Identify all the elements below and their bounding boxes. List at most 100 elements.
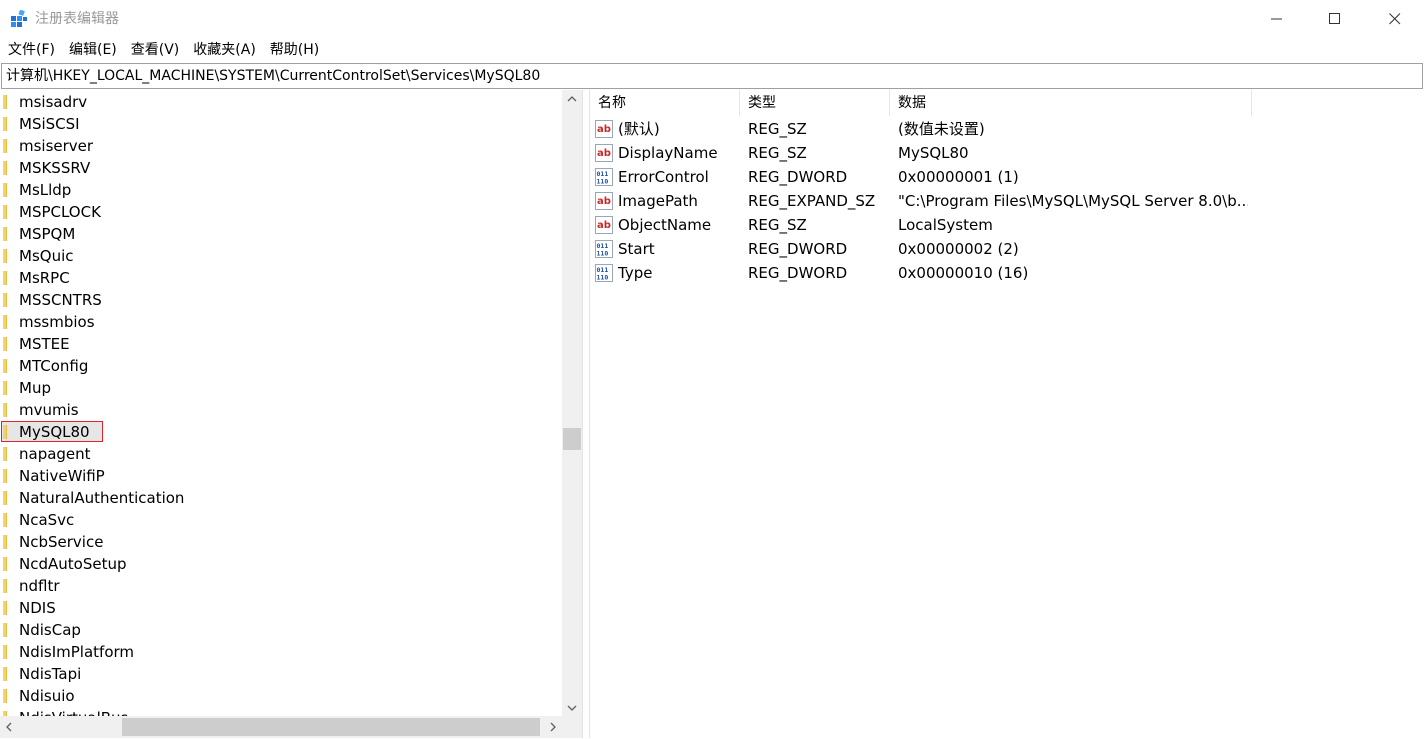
value-row[interactable]: ab ObjectName REG_SZ LocalSystem [590,213,1420,237]
folder-icon [3,139,7,153]
tree-item-label: MSTEE [19,335,70,353]
tree-item[interactable]: NaturalAuthentication [0,487,560,509]
tree-item[interactable]: NdisVirtualBus [0,707,560,716]
tree-item[interactable]: MsRPC [0,267,560,289]
tree-item-label: msisadrv [19,93,88,111]
tree-item-label: NdisTapi [19,665,82,683]
tree-item[interactable]: MSKSSRV [0,157,560,179]
menu-file[interactable]: 文件(F) [0,38,62,62]
menu-help[interactable]: 帮助(H) [263,38,326,62]
tree-item[interactable]: MsLldp [0,179,560,201]
tree-item[interactable]: MTConfig [0,355,560,377]
scroll-right-button[interactable] [544,716,562,738]
tree-item[interactable]: mvumis [0,399,560,421]
tree-item[interactable]: mssmbios [0,311,560,333]
tree-item[interactable]: NdisTapi [0,663,560,685]
tree-item-label: NcbService [19,533,104,551]
value-data: (数值未设置) [898,120,985,138]
svg-text:ab: ab [597,148,611,159]
tree-item[interactable]: NdisImPlatform [0,641,560,663]
value-name: (默认) [618,120,660,138]
folder-icon [3,645,7,659]
tree-item[interactable]: MSiSCSI [0,113,560,135]
folder-icon [3,623,7,637]
svg-text:110: 110 [597,178,609,186]
tree-item-label: mvumis [19,401,79,419]
value-data: 0x00000010 (16) [898,264,1029,282]
menu-view[interactable]: 查看(V) [124,38,187,62]
tree-item-label: NaturalAuthentication [19,489,185,507]
string-value-icon: ab [595,144,613,162]
tree-item[interactable]: msiserver [0,135,560,157]
column-header-name[interactable]: 名称 [590,90,740,116]
tree-item[interactable]: NcaSvc [0,509,560,531]
tree-vertical-scrollbar[interactable] [562,90,582,716]
value-row[interactable]: 011 110 Start REG_DWORD 0x00000002 (2) [590,237,1420,261]
folder-icon [3,491,7,505]
value-type: REG_SZ [748,216,807,234]
value-row[interactable]: 011 110 Type REG_DWORD 0x00000010 (16) [590,261,1420,285]
tree-item-label: MSPCLOCK [19,203,101,221]
tree-horizontal-scrollbar[interactable] [0,716,562,738]
folder-icon [3,183,7,197]
value-data: 0x00000001 (1) [898,168,1019,186]
menu-favorites[interactable]: 收藏夹(A) [186,38,263,62]
scroll-left-button[interactable] [0,716,18,738]
tree-item[interactable]: MSTEE [0,333,560,355]
tree-item[interactable]: Ndisuio [0,685,560,707]
tree-item[interactable]: NDIS [0,597,560,619]
string-value-icon: ab [595,216,613,234]
tree-item[interactable]: MSSCNTRS [0,289,560,311]
minimize-icon [1271,18,1282,20]
column-header-type[interactable]: 类型 [740,90,890,116]
value-type: REG_SZ [748,120,807,138]
folder-icon [3,337,7,351]
tree-item-label: MSiSCSI [19,115,80,133]
tree-item[interactable]: napagent [0,443,560,465]
tree-item[interactable]: NdisCap [0,619,560,641]
close-button[interactable] [1366,0,1424,38]
tree-item[interactable]: MSPQM [0,223,560,245]
maximize-button[interactable] [1306,0,1364,38]
tree-item-label: MSKSSRV [19,159,91,177]
tree-item-label: Mup [19,379,51,397]
value-row[interactable]: 011 110 ErrorControl REG_DWORD 0x00000001 (1… [590,165,1420,189]
value-row[interactable]: ab DisplayName REG_SZ MySQL80 [590,141,1420,165]
folder-icon [3,161,7,175]
folder-icon [3,95,7,109]
tree-item-label: MySQL80 [19,423,90,441]
svg-text:ab: ab [597,196,611,207]
value-data: LocalSystem [898,216,993,234]
tree-item[interactable]: NcbService [0,531,560,553]
tree-item[interactable]: NcdAutoSetup [0,553,560,575]
chevron-right-icon [550,722,556,732]
tree-horizontal-scroll-thumb[interactable] [122,718,540,736]
value-row[interactable]: ab (默认) REG_SZ (数值未设置) [590,117,1420,141]
value-name: ImagePath [618,192,698,210]
minimize-button[interactable] [1248,0,1306,38]
tree-item[interactable]: NativeWifiP [0,465,560,487]
folder-icon [3,447,7,461]
address-bar[interactable]: 计算机\HKEY_LOCAL_MACHINE\SYSTEM\CurrentCon… [1,63,1423,89]
binary-value-icon: 011110 [595,240,613,258]
value-name: ErrorControl [618,168,709,186]
tree-item[interactable]: MsQuic [0,245,560,267]
value-row[interactable]: ab ImagePath REG_EXPAND_SZ "C:\Program File… [590,189,1420,213]
tree-item[interactable]: ndfltr [0,575,560,597]
folder-icon [3,381,7,395]
scroll-down-button[interactable] [562,699,582,716]
folder-icon [3,425,7,439]
scroll-up-button[interactable] [562,90,582,107]
tree-item-label: Ndisuio [19,687,75,705]
tree-item[interactable]: Mup [0,377,560,399]
menu-edit[interactable]: 编辑(E) [62,38,124,62]
folder-icon [3,359,7,373]
tree-item[interactable]: msisadrv [0,91,560,113]
registry-editor-icon [11,10,27,27]
value-name: ObjectName [618,216,712,234]
folder-icon [3,227,7,241]
tree-vertical-scroll-thumb[interactable] [563,428,581,450]
tree-item[interactable]: MySQL80 [0,421,560,443]
tree-item[interactable]: MSPCLOCK [0,201,560,223]
column-header-data[interactable]: 数据 [890,90,1252,116]
